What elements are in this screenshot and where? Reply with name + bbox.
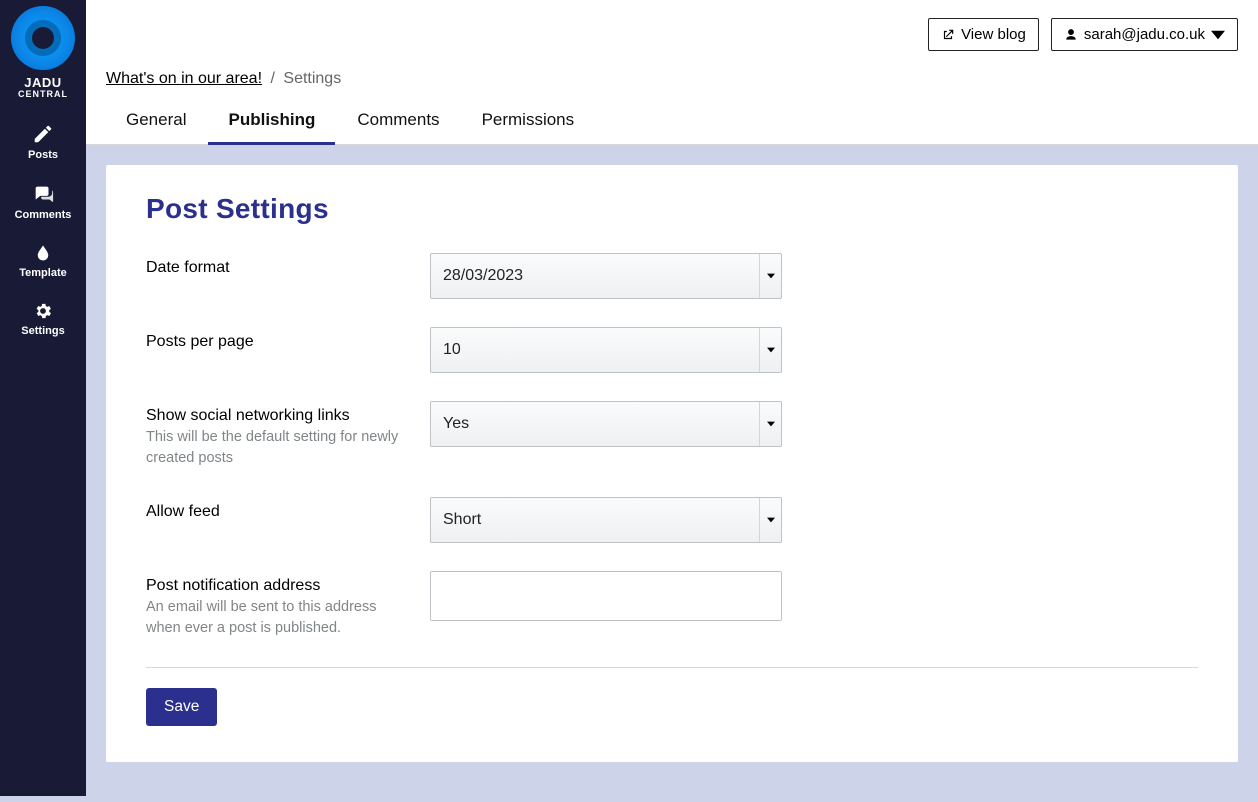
user-menu-button[interactable]: sarah@jadu.co.uk bbox=[1051, 18, 1238, 51]
row-posts-per-page: Posts per page 10 bbox=[146, 327, 1198, 373]
tab-comments[interactable]: Comments bbox=[357, 102, 439, 144]
label-social-links: Show social networking links bbox=[146, 407, 414, 425]
external-link-icon bbox=[941, 28, 955, 42]
caret-down-icon bbox=[759, 498, 781, 542]
sidebar: JADU CENTRAL Posts Comments Template Set… bbox=[0, 0, 86, 796]
top-band: View blog sarah@jadu.co.uk What's on in … bbox=[86, 0, 1258, 145]
label-date-format: Date format bbox=[146, 259, 414, 277]
tabs: General Publishing Comments Permissions bbox=[106, 102, 1238, 144]
label-notify-address: Post notification address bbox=[146, 577, 414, 595]
select-date-format-value: 28/03/2023 bbox=[431, 267, 535, 285]
caret-down-icon bbox=[759, 402, 781, 446]
top-actions: View blog sarah@jadu.co.uk bbox=[928, 18, 1238, 51]
sidebar-item-posts[interactable]: Posts bbox=[0, 113, 86, 173]
brand-name: JADU bbox=[11, 76, 75, 89]
select-social-links-value: Yes bbox=[431, 415, 481, 433]
sidebar-item-settings[interactable]: Settings bbox=[0, 291, 86, 349]
hint-social-links: This will be the default setting for new… bbox=[146, 429, 398, 466]
row-notify-address: Post notification address An email will … bbox=[146, 571, 1198, 639]
label-posts-per-page: Posts per page bbox=[146, 333, 414, 351]
input-notify-address[interactable] bbox=[430, 571, 782, 621]
view-blog-label: View blog bbox=[961, 26, 1026, 43]
gear-icon bbox=[33, 301, 53, 321]
select-allow-feed-value: Short bbox=[431, 511, 493, 529]
select-posts-per-page[interactable]: 10 bbox=[430, 327, 782, 373]
breadcrumb: What's on in our area! / Settings bbox=[106, 70, 1238, 88]
row-social-links: Show social networking links This will b… bbox=[146, 401, 1198, 469]
select-date-format[interactable]: 28/03/2023 bbox=[430, 253, 782, 299]
save-button[interactable]: Save bbox=[146, 688, 217, 726]
main-column: View blog sarah@jadu.co.uk What's on in … bbox=[86, 0, 1258, 796]
sidebar-item-label: Template bbox=[19, 267, 66, 279]
sidebar-item-comments[interactable]: Comments bbox=[0, 173, 86, 233]
tab-publishing[interactable]: Publishing bbox=[228, 102, 315, 144]
tab-general[interactable]: General bbox=[126, 102, 186, 144]
sidebar-item-label: Posts bbox=[28, 149, 58, 161]
caret-down-icon bbox=[1211, 28, 1225, 42]
select-social-links[interactable]: Yes bbox=[430, 401, 782, 447]
caret-down-icon bbox=[759, 254, 781, 298]
settings-card: Post Settings Date format 28/03/2023 Pos… bbox=[106, 165, 1238, 762]
select-posts-per-page-value: 10 bbox=[431, 341, 473, 359]
brand-logo[interactable]: JADU CENTRAL bbox=[11, 6, 75, 99]
tab-permissions[interactable]: Permissions bbox=[482, 102, 575, 144]
breadcrumb-link[interactable]: What's on in our area! bbox=[106, 70, 262, 87]
select-allow-feed[interactable]: Short bbox=[430, 497, 782, 543]
breadcrumb-separator: / bbox=[270, 70, 274, 87]
drop-icon bbox=[34, 243, 52, 263]
divider bbox=[146, 667, 1198, 668]
sidebar-item-template[interactable]: Template bbox=[0, 233, 86, 291]
row-allow-feed: Allow feed Short bbox=[146, 497, 1198, 543]
hint-notify-address: An email will be sent to this address wh… bbox=[146, 599, 377, 636]
view-blog-button[interactable]: View blog bbox=[928, 18, 1039, 51]
row-date-format: Date format 28/03/2023 bbox=[146, 253, 1198, 299]
user-icon bbox=[1064, 28, 1078, 42]
page-title: Post Settings bbox=[146, 193, 1198, 225]
brand-logo-mark bbox=[11, 6, 75, 70]
breadcrumb-current: Settings bbox=[283, 70, 341, 87]
comments-icon bbox=[31, 183, 55, 205]
pencil-icon bbox=[32, 123, 54, 145]
caret-down-icon bbox=[759, 328, 781, 372]
sidebar-item-label: Settings bbox=[21, 325, 64, 337]
brand-subtitle: CENTRAL bbox=[11, 89, 75, 99]
label-allow-feed: Allow feed bbox=[146, 503, 414, 521]
user-email: sarah@jadu.co.uk bbox=[1084, 26, 1205, 43]
content-area: Post Settings Date format 28/03/2023 Pos… bbox=[86, 145, 1258, 802]
sidebar-item-label: Comments bbox=[15, 209, 72, 221]
